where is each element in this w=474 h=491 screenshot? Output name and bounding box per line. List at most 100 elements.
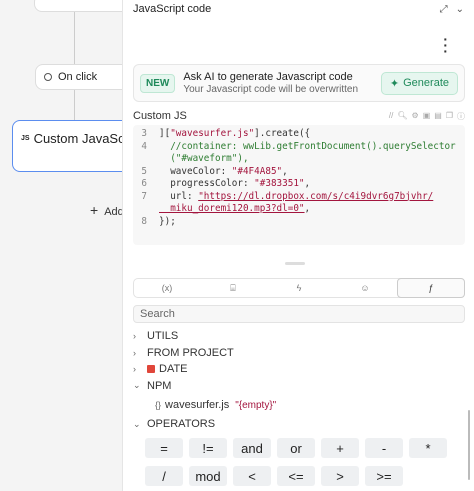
code-line[interactable]: 7 url: "https://dl.dropbox.com/s/c4i9dvr… (133, 191, 465, 204)
user-tab-icon[interactable]: ☺ (332, 279, 398, 297)
expand-icon[interactable]: ⤢ (440, 4, 448, 15)
code-token: waveColor: (159, 165, 232, 177)
operator-button[interactable]: * (409, 438, 447, 458)
operator-button[interactable]: or (277, 438, 315, 458)
code-token: ("#waveform"), (159, 153, 249, 164)
js-icon: JS (21, 135, 30, 142)
code-line[interactable]: 3 ]["wavesurfer.js"].create({ (133, 128, 465, 141)
operator-button[interactable]: >= (365, 466, 403, 486)
operator-button[interactable]: < (233, 466, 271, 486)
custom-js-header: Custom JS // 🔍︎ ⚙ ▣ ▤ ❐ ⓘ (133, 110, 465, 122)
custom-js-label: Custom JS (133, 110, 187, 122)
tree-label: UTILS (147, 330, 179, 343)
search-input[interactable]: Search (133, 305, 465, 323)
npm-package-item[interactable]: {} wavesurfer.js "{empty}" (133, 394, 465, 416)
trigger-node[interactable]: On click (35, 64, 122, 90)
action-label: Custom JavaScript (33, 131, 122, 146)
resize-handle[interactable] (285, 262, 305, 265)
connector-line (74, 90, 75, 120)
workflow-node-previous[interactable] (34, 0, 122, 12)
code-token: , (282, 165, 288, 177)
package-name: wavesurfer.js (165, 399, 230, 411)
tree-item-utils[interactable]: › UTILS (133, 328, 465, 345)
code-token: }); (159, 215, 176, 227)
code-token: , (304, 203, 311, 214)
tree-label: DATE (159, 363, 188, 376)
bolt-tab-icon[interactable]: ϟ (266, 279, 332, 297)
chevron-down-icon[interactable]: ⌄ (456, 4, 464, 15)
operator-button[interactable]: + (321, 438, 359, 458)
package-value: "{empty}" (235, 399, 277, 411)
tree-item-date[interactable]: › DATE (133, 361, 465, 378)
ai-title: Ask AI to generate Javascript code (183, 71, 353, 83)
code-token: miku_doremi120.mp3?dl=0" (159, 203, 305, 214)
chevron-right-icon: › (133, 347, 136, 358)
javascript-code-panel: JavaScript code ⤢ ⌄ · · · NEW Ask AI to ge… (122, 0, 474, 491)
code-line[interactable]: miku_doremi120.mp3?dl=0", (133, 203, 465, 216)
operator-button[interactable]: / (145, 466, 183, 486)
code-token: "#383351" (254, 178, 305, 189)
ai-generate-banner: NEW Ask AI to generate Javascript code Y… (133, 64, 465, 102)
search-placeholder: Search (140, 308, 175, 320)
line-number (133, 203, 159, 216)
calendar-icon (147, 365, 155, 374)
tree-item-npm[interactable]: ⌄ NPM (133, 378, 465, 395)
trigger-label: On click (58, 71, 98, 83)
generate-label: Generate (403, 77, 449, 89)
tree-item-from-project[interactable]: › FROM PROJECT (133, 345, 465, 362)
scrollbar[interactable] (468, 410, 470, 480)
operators-grid: = != and or + - * / mod < <= > >= (145, 438, 457, 486)
code-token: "https://dl.dropbox.com/s/c4i9dvr6g7bjvh… (198, 190, 434, 202)
operator-button[interactable]: <= (277, 466, 315, 486)
settings-icon[interactable]: ⚙ (412, 111, 419, 122)
chevron-right-icon: › (133, 331, 136, 342)
search-icon[interactable]: 🔍︎ (397, 111, 407, 122)
chevron-down-icon: ⌄ (133, 380, 141, 391)
code-line[interactable]: ("#waveform"), (133, 153, 465, 166)
plus-icon: + (90, 202, 99, 218)
line-number: 3 (141, 128, 147, 139)
generate-button[interactable]: ✦ Generate (380, 71, 458, 95)
code-line[interactable]: 8}); (133, 216, 465, 229)
add-step-button[interactable]: + Add (90, 202, 122, 218)
code-token: //container: wwLib.getFrontDocument().qu… (159, 140, 456, 152)
operator-button[interactable]: > (321, 466, 359, 486)
sparkle-icon: ✦ (389, 77, 400, 90)
tree-label: FROM PROJECT (147, 346, 234, 359)
operator-button[interactable]: - (365, 438, 403, 458)
formula-tree: › UTILS › FROM PROJECT › DATE ⌄ NPM {} w… (133, 328, 465, 433)
code-token: ].create({ (254, 128, 311, 139)
code-line[interactable]: 4 //container: wwLib.getFrontDocument().… (133, 141, 465, 154)
code-token: "#4F4A85" (231, 165, 283, 177)
code-line[interactable]: 6 progressColor: "#383351", (133, 178, 465, 191)
custom-js-action-node[interactable]: JS Custom JavaScript (12, 120, 122, 172)
code-editor[interactable]: 3 ]["wavesurfer.js"].create({ 4 //containe… (133, 125, 465, 245)
info-icon[interactable]: ⓘ (457, 111, 465, 122)
code-token: "wavesurfer.js" (170, 128, 255, 139)
workflow-canvas: On click JS Custom JavaScript + Add (0, 0, 122, 491)
code-token: ][ (159, 128, 171, 139)
variables-tab-icon[interactable]: (x) (134, 279, 200, 297)
function-tab-icon[interactable]: ƒ (397, 278, 465, 298)
operator-button[interactable]: != (189, 438, 227, 458)
code-line[interactable]: 5 waveColor: "#4F4A85", (133, 166, 465, 179)
copy-icon[interactable]: ❐ (446, 111, 453, 122)
code-token: , (304, 178, 311, 189)
operator-button[interactable]: mod (189, 466, 227, 486)
chevron-down-icon: ⌄ (133, 418, 141, 429)
line-number: 7 (141, 190, 147, 202)
database-tab-icon[interactable]: ⌸ (200, 279, 266, 297)
panel-header: JavaScript code ⤢ ⌄ (123, 0, 474, 18)
tree-item-operators[interactable]: ⌄ OPERATORS (133, 416, 465, 433)
click-icon (44, 73, 52, 81)
more-options-icon[interactable]: · · · (443, 32, 448, 58)
add-label: Add (104, 206, 122, 218)
operator-button[interactable]: and (233, 438, 271, 458)
folder-icon[interactable]: ▣ (423, 111, 431, 122)
chevron-right-icon: › (133, 364, 136, 375)
line-number: 8 (141, 215, 147, 227)
new-badge: NEW (140, 73, 176, 93)
operator-button[interactable]: = (145, 438, 183, 458)
folder-open-icon[interactable]: ▤ (434, 111, 442, 122)
comment-icon[interactable]: // (389, 111, 393, 122)
